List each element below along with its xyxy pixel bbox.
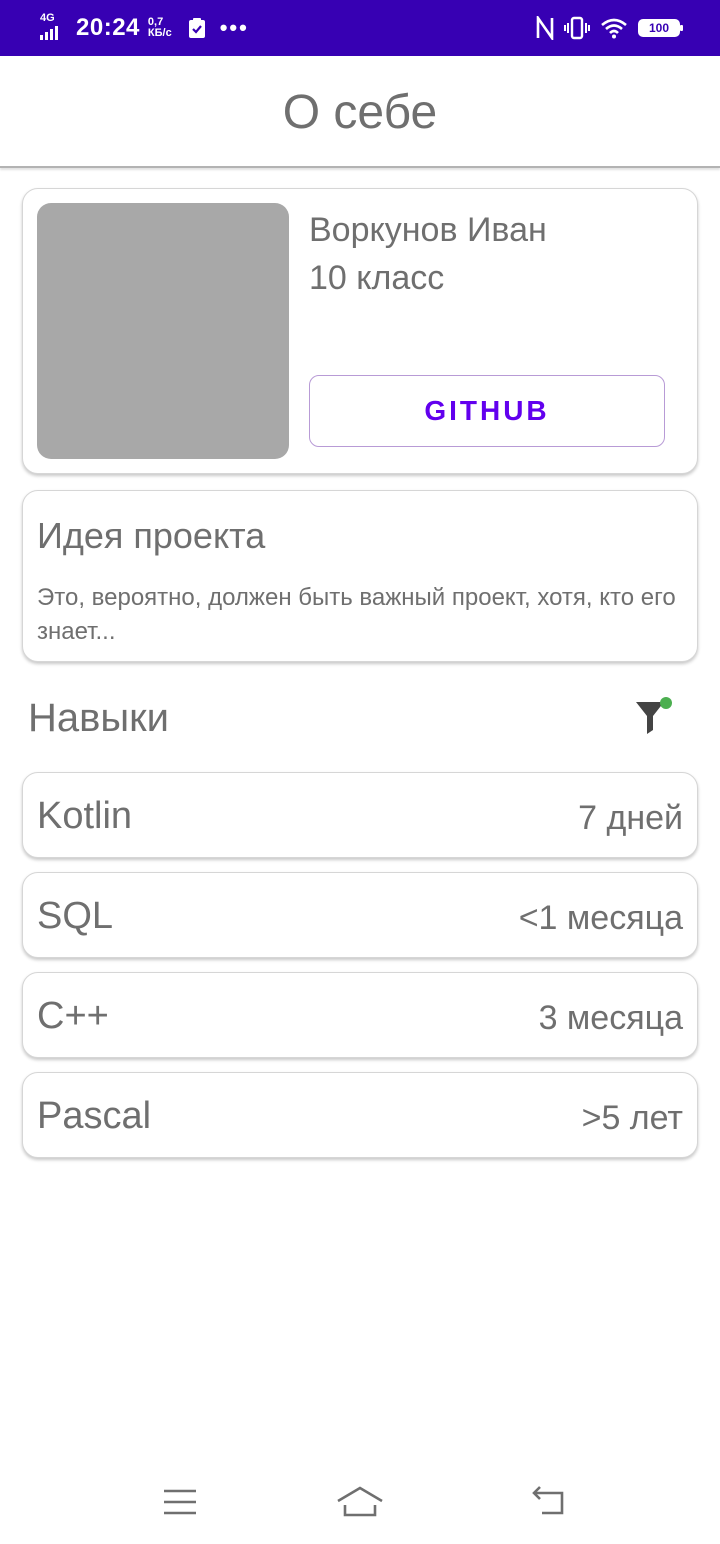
github-button[interactable]: GITHUB <box>309 375 665 447</box>
home-icon <box>337 1486 383 1517</box>
battery-level: 100 <box>648 21 670 35</box>
skill-item[interactable]: SQL <1 месяца <box>22 872 698 958</box>
profile-photo <box>37 203 289 459</box>
page-title: О себе <box>282 85 438 139</box>
idea-description: Это, вероятно, должен быть важный проект… <box>37 584 676 645</box>
project-idea-card: Идея проекта Это, вероятно, должен быть … <box>22 490 698 662</box>
github-button-label: GITHUB <box>424 395 550 426</box>
skill-item[interactable]: Pascal >5 лет <box>22 1072 698 1158</box>
menu-icon <box>164 1489 196 1515</box>
skills-title: Навыки <box>28 696 169 740</box>
vibrate-icon <box>564 16 590 40</box>
system-nav-bar <box>0 1460 720 1544</box>
menu-button[interactable] <box>150 1480 210 1524</box>
wifi-icon <box>601 18 627 39</box>
network-type: 4G <box>40 12 55 24</box>
profile-name: Воркунов Иван <box>309 211 547 249</box>
skill-duration: 7 дней <box>578 799 683 837</box>
idea-title: Идея проекта <box>37 515 266 556</box>
home-button[interactable] <box>330 1480 390 1524</box>
skill-name: Kotlin <box>37 795 133 837</box>
back-icon <box>532 1486 564 1515</box>
skill-name: C++ <box>37 995 109 1037</box>
skill-duration: >5 лет <box>581 1099 683 1137</box>
clock: 20:24 <box>76 14 140 41</box>
network-speed: 0,7 КБ/с <box>148 17 172 39</box>
mobile-signal-icon: 4G <box>36 12 68 44</box>
battery-icon: 100 <box>638 19 683 37</box>
network-speed-unit: КБ/с <box>147 27 172 39</box>
clipboard-check-icon <box>188 18 205 38</box>
skill-name: SQL <box>37 895 114 937</box>
nfc-icon <box>536 16 554 40</box>
app-bar: О себе <box>0 56 720 168</box>
skill-duration: 3 месяца <box>538 999 683 1037</box>
back-button[interactable] <box>518 1480 578 1524</box>
skill-name: Pascal <box>37 1095 152 1137</box>
skill-duration: <1 месяца <box>518 899 683 937</box>
skill-item[interactable]: C++ 3 месяца <box>22 972 698 1058</box>
more-notifications-icon: ••• <box>219 15 249 40</box>
filter-icon[interactable] <box>630 694 676 740</box>
filter-active-indicator <box>660 697 672 709</box>
skill-item[interactable]: Kotlin 7 дней <box>22 772 698 858</box>
profile-card: Воркунов Иван 10 класс GITHUB <box>22 188 698 474</box>
profile-grade: 10 класс <box>309 259 445 297</box>
status-bar: 4G 20:24 0,7 КБ/с ••• 100 <box>0 0 720 56</box>
